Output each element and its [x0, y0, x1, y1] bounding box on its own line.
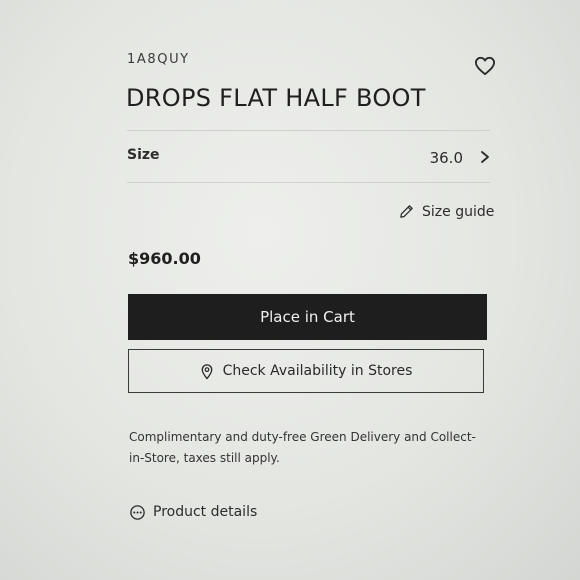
check-availability-button[interactable]: Check Availability in Stores — [128, 349, 484, 393]
size-guide-label: Size guide — [422, 204, 495, 220]
product-title: DROPS FLAT HALF BOOT — [126, 84, 426, 112]
location-pin-icon — [201, 363, 212, 379]
product-price: $960.00 — [128, 249, 201, 268]
check-availability-label: Check Availability in Stores — [222, 363, 413, 379]
place-in-cart-button[interactable]: Place in Cart — [128, 294, 487, 340]
size-value: 36.0 — [429, 149, 463, 167]
pencil-icon — [400, 205, 413, 218]
product-sku: 1A8QUY — [127, 52, 190, 67]
size-guide-link[interactable]: Size guide — [396, 201, 496, 223]
product-details-toggle[interactable]: Product details — [129, 502, 269, 524]
size-selector[interactable]: Size 36.0 — [127, 138, 495, 178]
place-in-cart-label: Place in Cart — [260, 308, 355, 326]
divider — [127, 130, 490, 131]
size-label: Size — [127, 147, 160, 163]
product-details-label: Product details — [153, 504, 258, 520]
divider — [127, 182, 490, 183]
heart-icon — [474, 56, 495, 76]
wishlist-button[interactable] — [474, 56, 496, 76]
product-panel: 1A8QUY DROPS FLAT HALF BOOT Size 36.0 Si… — [0, 0, 580, 580]
delivery-info: Complimentary and duty-free Green Delive… — [129, 430, 476, 465]
more-dots-icon — [130, 505, 145, 520]
chevron-right-icon — [481, 151, 489, 163]
